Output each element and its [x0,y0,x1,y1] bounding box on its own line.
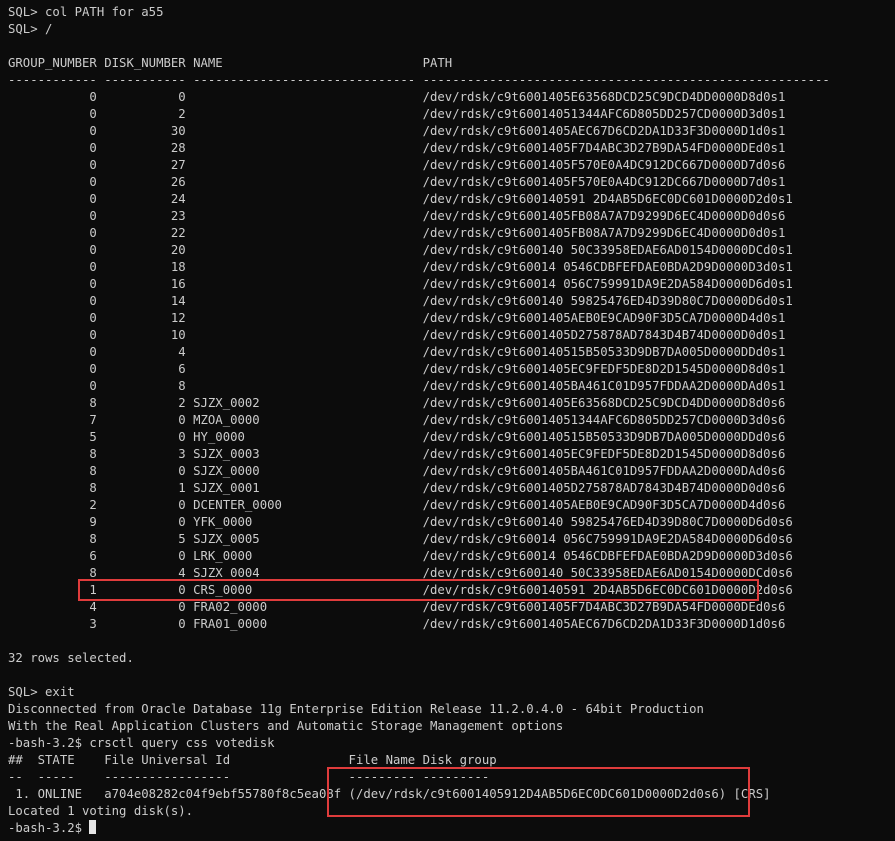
terminal-line: -bash-3.2$ crsctl query css votedisk [8,736,275,750]
highlight-box-votedisk [327,767,750,817]
terminal-line: SQL> exit [8,685,75,699]
result-row: 0 30 /dev/rdsk/c9t6001405AEC67D6CD2DA1D3… [8,124,786,138]
result-row: 2 0 DCENTER_0000 /dev/rdsk/c9t6001405AEB… [8,498,786,512]
result-row: 0 2 /dev/rdsk/c9t60014051344AFC6D805DD25… [8,107,786,121]
result-row: 0 0 /dev/rdsk/c9t6001405E63568DCD25C9DCD… [8,90,786,104]
result-row: 0 6 /dev/rdsk/c9t6001405EC9FEDF5DE8D2D15… [8,362,786,376]
result-row: 0 20 /dev/rdsk/c9t600140 50C33958EDAE6AD… [8,243,793,257]
column-separator-line: ------------ ----------- ---------------… [8,73,830,87]
result-row: 8 1 SJZX_0001 /dev/rdsk/c9t6001405D27587… [8,481,786,495]
result-row: 0 24 /dev/rdsk/c9t600140591 2D4AB5D6EC0D… [8,192,793,206]
prompt-text: -bash-3.2$ [8,821,90,835]
prompt-line[interactable]: -bash-3.2$ [8,820,97,837]
result-row: 0 23 /dev/rdsk/c9t6001405FB08A7A7D9299D6… [8,209,786,223]
result-row: 8 2 SJZX_0002 /dev/rdsk/c9t6001405E63568… [8,396,786,410]
result-row: 0 16 /dev/rdsk/c9t60014 056C759991DA9E2D… [8,277,793,291]
rows-selected-line: 32 rows selected. [8,651,134,665]
terminal-line: SQL> / [8,22,53,36]
result-row: 0 4 /dev/rdsk/c9t600140515B50533D9DB7DA0… [8,345,786,359]
result-row: 8 3 SJZX_0003 /dev/rdsk/c9t6001405EC9FED… [8,447,786,461]
result-row: 3 0 FRA01_0000 /dev/rdsk/c9t6001405AEC67… [8,617,786,631]
column-header-line: GROUP_NUMBER DISK_NUMBER NAME PATH [8,56,453,70]
result-row: 0 18 /dev/rdsk/c9t60014 0546CDBFEFDAE0BD… [8,260,793,274]
result-row: 8 5 SJZX_0005 /dev/rdsk/c9t60014 056C759… [8,532,793,546]
result-row: 0 14 /dev/rdsk/c9t600140 59825476ED4D39D… [8,294,793,308]
terminal-line: SQL> col PATH for a55 [8,5,164,19]
highlight-box-crs-row [78,579,759,601]
terminal-line: With the Real Application Clusters and A… [8,719,564,733]
result-row: 7 0 MZOA_0000 /dev/rdsk/c9t60014051344AF… [8,413,786,427]
result-row: 4 0 FRA02_0000 /dev/rdsk/c9t6001405F7D4A… [8,600,786,614]
result-row: 9 0 YFK_0000 /dev/rdsk/c9t600140 5982547… [8,515,793,529]
result-row: 6 0 LRK_0000 /dev/rdsk/c9t60014 0546CDBF… [8,549,793,563]
terminal-line: Located 1 voting disk(s). [8,804,194,818]
result-row: 0 28 /dev/rdsk/c9t6001405F7D4ABC3D27B9DA… [8,141,786,155]
result-row: 0 12 /dev/rdsk/c9t6001405AEB0E9CAD90F3D5… [8,311,786,325]
result-row: 0 10 /dev/rdsk/c9t6001405D275878AD7843D4… [8,328,786,342]
result-row: 0 8 /dev/rdsk/c9t6001405BA461C01D957FDDA… [8,379,786,393]
result-row: 0 22 /dev/rdsk/c9t6001405FB08A7A7D9299D6… [8,226,786,240]
result-row: 0 26 /dev/rdsk/c9t6001405F570E0A4DC912DC… [8,175,786,189]
terminal-line: Disconnected from Oracle Database 11g En… [8,702,704,716]
terminal-window[interactable]: SQL> col PATH for a55 SQL> / GROUP_NUMBE… [0,0,895,841]
result-row: 5 0 HY_0000 /dev/rdsk/c9t600140515B50533… [8,430,786,444]
result-row: 8 0 SJZX_0000 /dev/rdsk/c9t6001405BA461C… [8,464,786,478]
result-row: 0 27 /dev/rdsk/c9t6001405F570E0A4DC912DC… [8,158,786,172]
text-cursor [89,820,97,834]
